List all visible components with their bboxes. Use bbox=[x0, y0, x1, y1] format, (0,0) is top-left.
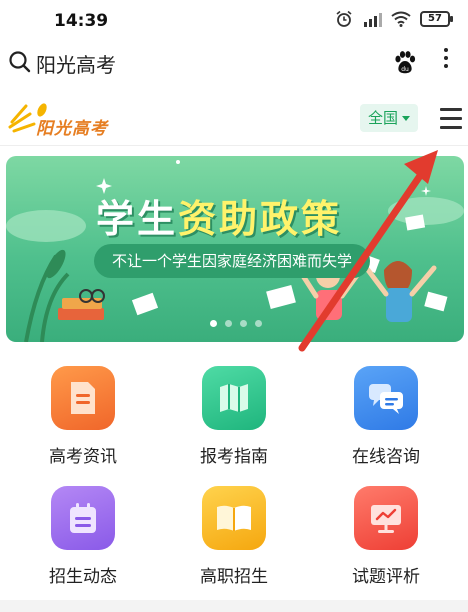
document-icon bbox=[71, 382, 95, 414]
grid-item-label: 高职招生 bbox=[200, 567, 268, 587]
grid-item-exam-analysis[interactable]: 试题评析 bbox=[321, 486, 451, 587]
tile-exam-analysis[interactable] bbox=[354, 486, 418, 550]
search-icon[interactable] bbox=[8, 50, 32, 74]
grid-item-label: 试题评析 bbox=[352, 567, 420, 587]
hamburger-menu-icon[interactable] bbox=[440, 108, 462, 129]
banner-title: 学生资助政策 bbox=[96, 188, 342, 243]
carousel-dot[interactable] bbox=[225, 320, 232, 327]
map-icon bbox=[220, 384, 248, 412]
grid-item-vocational-admission[interactable]: 高职招生 bbox=[169, 486, 299, 587]
tile-admission-news[interactable] bbox=[51, 486, 115, 550]
logo-text: 阳光高考 bbox=[36, 119, 108, 139]
carousel-indicator[interactable] bbox=[210, 320, 262, 327]
grid-item-label: 高考资讯 bbox=[49, 447, 117, 467]
baidu-paw-icon[interactable]: du bbox=[392, 50, 418, 76]
tile-online-consult[interactable] bbox=[354, 366, 418, 430]
presentation-icon bbox=[371, 505, 401, 533]
grid-item-application-guide[interactable]: 报考指南 bbox=[169, 366, 299, 467]
signal-icon bbox=[364, 13, 382, 27]
search-query[interactable]: 阳光高考 bbox=[36, 49, 116, 78]
banner-title-white: 学生 bbox=[96, 197, 179, 241]
tile-application-guide[interactable] bbox=[202, 366, 266, 430]
carousel-dot[interactable] bbox=[255, 320, 262, 327]
banner-subtitle: 不让一个学生因家庭经济困难而失学 bbox=[94, 244, 371, 278]
calendar-icon bbox=[70, 503, 96, 533]
tile-gaokao-news[interactable] bbox=[51, 366, 115, 430]
more-options-icon[interactable] bbox=[444, 48, 448, 68]
bottom-divider bbox=[0, 600, 468, 612]
tile-vocational-admission[interactable] bbox=[202, 486, 266, 550]
clock: 14:39 bbox=[54, 11, 109, 31]
wifi-icon bbox=[391, 11, 411, 27]
grid-item-admission-news[interactable]: 招生动态 bbox=[18, 486, 148, 587]
battery-indicator: 57 bbox=[420, 11, 453, 27]
grid-item-label: 在线咨询 bbox=[352, 447, 420, 467]
status-icons: 57 bbox=[335, 10, 453, 28]
chat-icon bbox=[369, 384, 403, 414]
browser-search-bar[interactable]: 阳光高考 du bbox=[0, 40, 468, 84]
grid-item-label: 招生动态 bbox=[49, 567, 117, 587]
book-icon bbox=[217, 505, 251, 531]
banner-title-yellow: 资助政策 bbox=[178, 197, 343, 241]
grid-item-online-consult[interactable]: 在线咨询 bbox=[321, 366, 451, 467]
alarm-icon bbox=[336, 10, 352, 27]
site-header: 阳光高考 全国 bbox=[0, 90, 468, 146]
svg-text:du: du bbox=[401, 66, 409, 73]
region-label: 全国 bbox=[368, 109, 399, 127]
site-logo[interactable]: 阳光高考 bbox=[8, 100, 108, 139]
promo-banner[interactable]: 学生资助政策 不让一个学生因家庭经济困难而失学 bbox=[6, 156, 464, 342]
region-selector[interactable]: 全国 bbox=[360, 104, 419, 132]
grid-item-gaokao-news[interactable]: 高考资讯 bbox=[18, 366, 148, 467]
caret-down-icon bbox=[402, 115, 411, 121]
carousel-dot[interactable] bbox=[240, 320, 247, 327]
grid-item-label: 报考指南 bbox=[200, 447, 268, 467]
carousel-dot[interactable] bbox=[210, 320, 217, 327]
status-bar: 14:39 57 bbox=[0, 0, 468, 40]
